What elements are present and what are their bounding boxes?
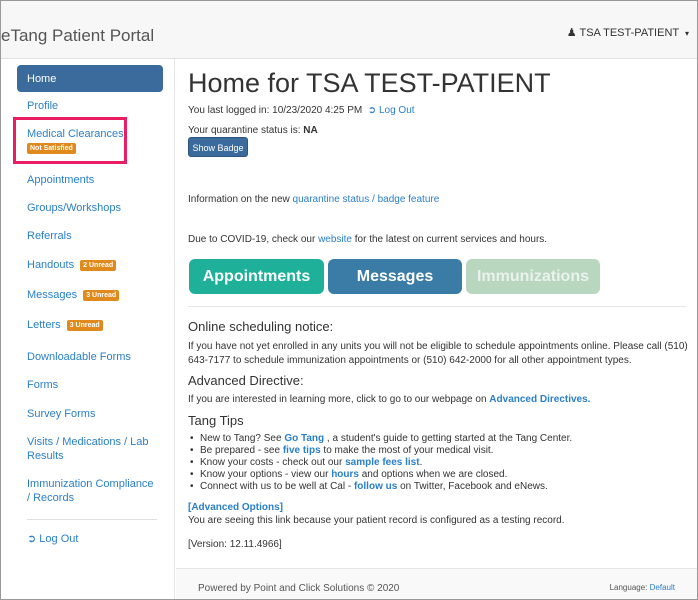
immunizations-button[interactable]: Immunizations: [466, 259, 600, 294]
sidebar-item-forms[interactable]: Forms: [17, 378, 163, 392]
quarantine-value: NA: [303, 125, 318, 136]
tip-text: on Twitter, Facebook and eNews.: [400, 481, 548, 492]
sidebar-item-label: Letters: [27, 319, 61, 331]
sidebar-item-messages[interactable]: Messages 3 Unread: [17, 288, 163, 302]
online-scheduling-text: If you have not yet enrolled in any unit…: [188, 341, 688, 366]
list-item: New to Tang? See Go Tang , a student's g…: [188, 433, 572, 445]
logout-link[interactable]: ➲ Log Out: [365, 105, 415, 116]
unread-badge: 3 Unread: [66, 320, 103, 331]
unread-badge: 2 Unread: [80, 260, 117, 271]
sidebar-item-appointments[interactable]: Appointments: [17, 173, 163, 187]
tip-text: Connect with us to be well at Cal -: [200, 481, 352, 492]
sidebar-item-visits-medications-lab-results[interactable]: Visits / Medications / Lab Results: [17, 435, 157, 463]
list-item: Be prepared - see five tips to make the …: [188, 445, 572, 457]
follow-us-link[interactable]: follow us: [354, 481, 397, 492]
language-link[interactable]: Default: [650, 583, 675, 592]
covid-text: Due to COVID-19, check our: [188, 234, 316, 245]
app-window: eTang Patient Portal ♟ TSA TEST-PATIENT …: [0, 0, 698, 600]
footer: Powered by Point and Click Solutions © 2…: [176, 568, 697, 599]
last-login-line: You last logged in: 10/23/2020 4:25 PM ➲…: [188, 105, 415, 116]
sidebar-item-label: Log Out: [39, 533, 79, 545]
last-login-text: You last logged in: 10/23/2020 4:25 PM: [188, 105, 363, 116]
sidebar-item-label: Survey Forms: [27, 408, 96, 420]
logout-link-label: Log Out: [378, 105, 415, 116]
tip-text: .: [419, 457, 423, 468]
user-menu[interactable]: ♟ TSA TEST-PATIENT ▾: [567, 26, 689, 39]
sidebar-item-label: Home: [27, 73, 57, 85]
sample-fees-link[interactable]: sample fees list: [345, 457, 419, 468]
sidebar-item-groups-workshops[interactable]: Groups/Workshops: [17, 201, 163, 215]
user-name: TSA TEST-PATIENT: [579, 27, 679, 39]
sidebar-item-home[interactable]: Home: [17, 65, 163, 92]
sidebar-item-label: Profile: [27, 100, 59, 112]
sidebar-item-label: Referrals: [27, 230, 72, 242]
brand-title[interactable]: eTang Patient Portal: [1, 26, 154, 46]
sidebar-item-label: Downloadable Forms: [27, 351, 131, 363]
quarantine-status-link[interactable]: quarantine status / badge feature: [293, 194, 440, 205]
divider: [188, 306, 686, 307]
advanced-directives-link[interactable]: Advanced Directives.: [489, 394, 590, 405]
language-selector: Language: Default: [610, 583, 675, 592]
sidebar-divider: [27, 519, 157, 520]
sidebar-item-label: Groups/Workshops: [27, 202, 121, 214]
sidebar-item-survey-forms[interactable]: Survey Forms: [17, 407, 163, 421]
covid-line: Due to COVID-19, check our website for t…: [188, 234, 547, 245]
info-text: Information on the new: [188, 194, 290, 205]
logout-icon: ➲: [27, 533, 37, 545]
sidebar-item-letters[interactable]: Letters 3 Unread: [17, 318, 163, 332]
sidebar-item-immunization-compliance[interactable]: Immunization Compliance / Records: [17, 477, 157, 505]
version-text: [Version: 12.11.4966]: [188, 539, 282, 550]
sidebar-item-downloadable-forms[interactable]: Downloadable Forms: [17, 350, 163, 364]
tip-text: Know your options - view our: [200, 469, 329, 480]
sidebar-item-logout[interactable]: ➲ Log Out: [17, 532, 163, 546]
tip-text: , a student's guide to getting started a…: [326, 433, 573, 444]
go-tang-link[interactable]: Go Tang: [284, 433, 324, 444]
appointments-button[interactable]: Appointments: [189, 259, 324, 294]
website-link[interactable]: website: [318, 234, 352, 245]
online-scheduling-heading: Online scheduling notice:: [188, 319, 334, 334]
advanced-options-link[interactable]: [Advanced Options]: [188, 502, 283, 513]
covid-text-suffix: for the latest on current services and h…: [354, 234, 548, 245]
sidebar-nav: Home Profile Medical Clearances Not Sati…: [1, 59, 175, 599]
quarantine-line: Your quarantine status is: NA: [188, 125, 318, 136]
user-icon: ♟: [566, 27, 577, 39]
tip-text: Be prepared - see: [200, 445, 281, 456]
sidebar-item-referrals[interactable]: Referrals: [17, 229, 163, 243]
sidebar-item-label: Forms: [27, 379, 59, 391]
sidebar-item-label: Handouts: [27, 259, 75, 271]
sidebar-item-label: Messages: [27, 289, 78, 301]
language-label: Language:: [609, 583, 648, 592]
quarantine-label: Your quarantine status is:: [188, 125, 301, 136]
tang-tips-list: New to Tang? See Go Tang , a student's g…: [188, 433, 572, 493]
show-badge-button[interactable]: Show Badge: [188, 137, 248, 157]
powered-by-text: Powered by Point and Click Solutions © 2…: [198, 583, 400, 594]
advanced-directive-prefix: If you are interested in learning more, …: [188, 394, 487, 405]
five-tips-link[interactable]: five tips: [283, 445, 321, 456]
list-item: Know your costs - check out our sample f…: [188, 457, 572, 469]
messages-button[interactable]: Messages: [328, 259, 462, 294]
tip-text: Know your costs - check out our: [200, 457, 343, 468]
sidebar-item-label: Visits / Medications / Lab Results: [27, 436, 149, 462]
sidebar-item-label: Appointments: [27, 174, 95, 186]
list-item: Know your options - view our hours and o…: [188, 469, 572, 481]
highlight-box: [13, 117, 127, 164]
info-line: Information on the new quarantine status…: [188, 194, 439, 205]
tip-text: to make the most of your medical visit.: [323, 445, 494, 456]
tip-text: and options when we are closed.: [361, 469, 508, 480]
tang-tips-heading: Tang Tips: [188, 413, 244, 428]
top-navbar: eTang Patient Portal ♟ TSA TEST-PATIENT …: [1, 1, 697, 59]
unread-badge: 3 Unread: [83, 290, 120, 301]
sidebar-item-profile[interactable]: Profile: [17, 99, 163, 113]
logout-icon: ➲: [367, 105, 377, 116]
testing-note: You are seeing this link because your pa…: [188, 515, 565, 526]
advanced-directive-heading: Advanced Directive:: [188, 373, 304, 388]
list-item: Connect with us to be well at Cal - foll…: [188, 481, 572, 493]
advanced-directive-text: If you are interested in learning more, …: [188, 393, 693, 407]
sidebar-item-handouts[interactable]: Handouts 2 Unread: [17, 258, 163, 272]
page-title: Home for TSA TEST-PATIENT: [188, 68, 551, 98]
sidebar-item-label: Immunization Compliance / Records: [27, 478, 154, 504]
chevron-down-icon: ▾: [684, 29, 689, 38]
hours-link[interactable]: hours: [331, 469, 359, 480]
tip-text: New to Tang? See: [200, 433, 282, 444]
